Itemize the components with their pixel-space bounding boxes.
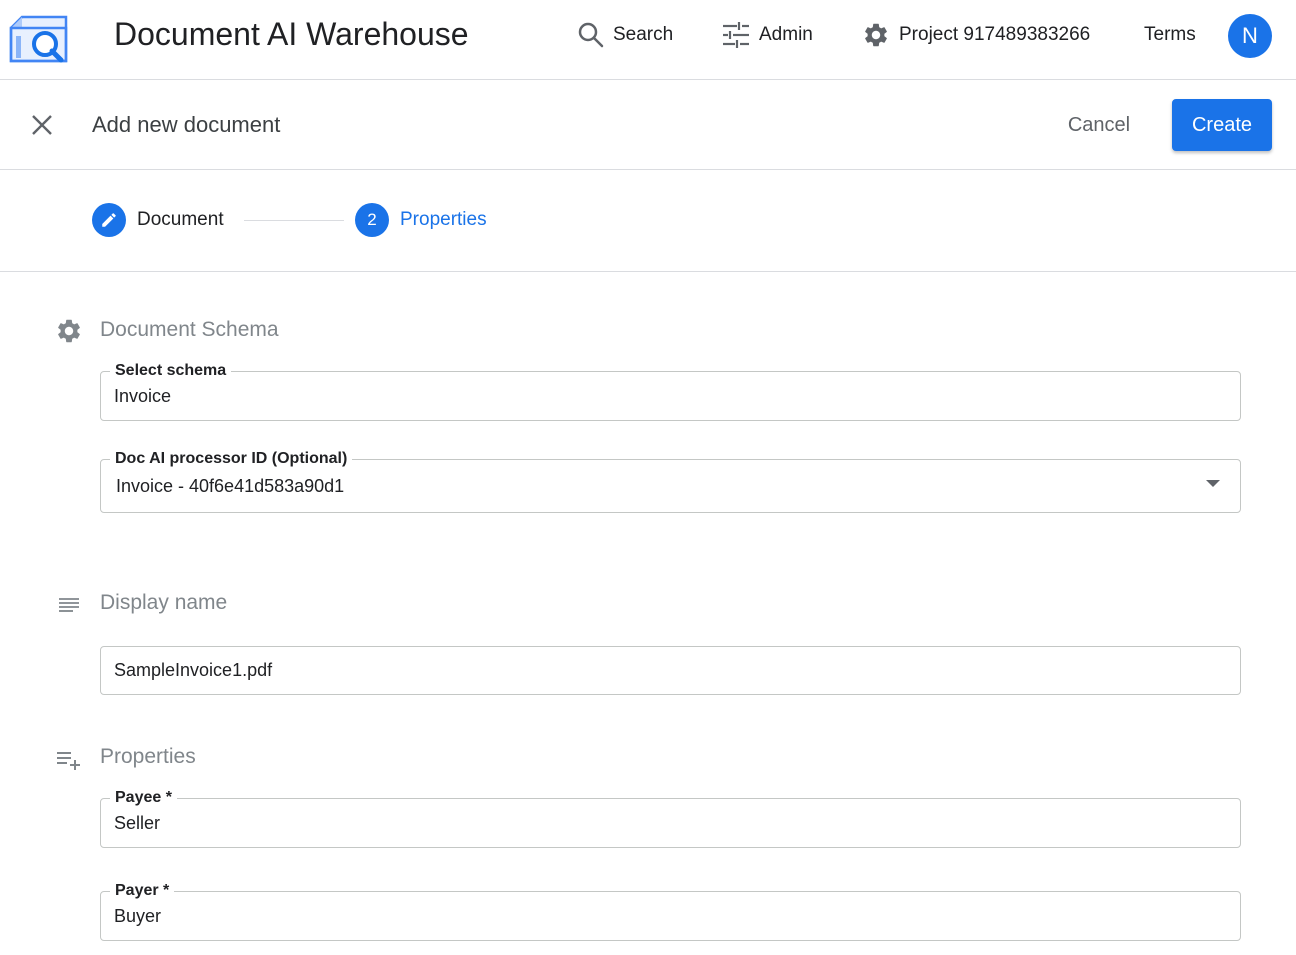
cancel-button[interactable]: Cancel	[1056, 102, 1142, 148]
gear-icon	[865, 23, 887, 47]
section-title-properties: Properties	[100, 745, 196, 768]
settings-gear-icon	[58, 319, 80, 343]
tune-icon	[723, 22, 749, 48]
section-title-document-schema: Document Schema	[100, 318, 279, 341]
nav-search-label: Search	[613, 24, 674, 45]
processor-id-label: Doc AI processor ID (Optional)	[110, 449, 353, 469]
action-bar: Add new document Cancel Create	[0, 80, 1296, 170]
nav-terms[interactable]: Terms	[1144, 20, 1196, 50]
processor-id-select[interactable]: Doc AI processor ID (Optional) Invoice -…	[100, 449, 1241, 513]
nav-admin-label: Admin	[759, 24, 813, 45]
dropdown-arrow-icon[interactable]	[1206, 480, 1220, 487]
step-document-indicator[interactable]	[92, 203, 126, 237]
close-icon[interactable]	[28, 111, 56, 139]
nav-search[interactable]: Search	[578, 20, 673, 50]
step-connector	[244, 220, 344, 221]
search-icon	[578, 22, 604, 48]
nav-admin[interactable]: Admin	[722, 20, 813, 50]
nav-project[interactable]: Project 917489383266	[862, 20, 1090, 50]
step-properties-indicator[interactable]: 2	[355, 203, 389, 237]
nav-project-label: Project 917489383266	[899, 24, 1091, 45]
edit-icon	[102, 213, 116, 227]
page-title: Add new document	[92, 112, 281, 137]
avatar[interactable]: N	[1228, 14, 1272, 58]
payer-field[interactable]: Payer * Buyer	[100, 881, 1241, 941]
create-button[interactable]: Create	[1172, 99, 1272, 151]
nav-terms-label: Terms	[1144, 24, 1196, 45]
section-title-display-name: Display name	[100, 591, 228, 614]
app-title: Document AI Warehouse	[114, 16, 469, 52]
top-bar: Document AI Warehouse Search Admin Proje…	[0, 0, 1296, 80]
payee-field[interactable]: Payee * Seller	[100, 788, 1241, 848]
warehouse-logo-icon[interactable]	[8, 14, 70, 64]
notes-icon	[59, 598, 79, 612]
payee-label: Payee *	[110, 788, 177, 808]
select-schema-label: Select schema	[110, 361, 232, 381]
display-name-input[interactable]: SampleInvoice1.pdf	[100, 646, 1241, 695]
payer-label: Payer *	[110, 881, 175, 901]
step-properties-label[interactable]: Properties	[400, 208, 487, 232]
payer-value: Buyer	[114, 906, 162, 926]
step-document-label[interactable]: Document	[137, 208, 224, 232]
select-schema-field[interactable]: Select schema Invoice	[100, 361, 1241, 421]
select-schema-value: Invoice	[114, 386, 172, 406]
processor-id-value: Invoice - 40f6e41d583a90d1	[116, 476, 345, 496]
playlist-add-icon	[57, 752, 80, 770]
payee-value: Seller	[114, 813, 161, 833]
stepper: Document 2 Properties	[0, 170, 1296, 272]
display-name-value: SampleInvoice1.pdf	[114, 660, 273, 680]
